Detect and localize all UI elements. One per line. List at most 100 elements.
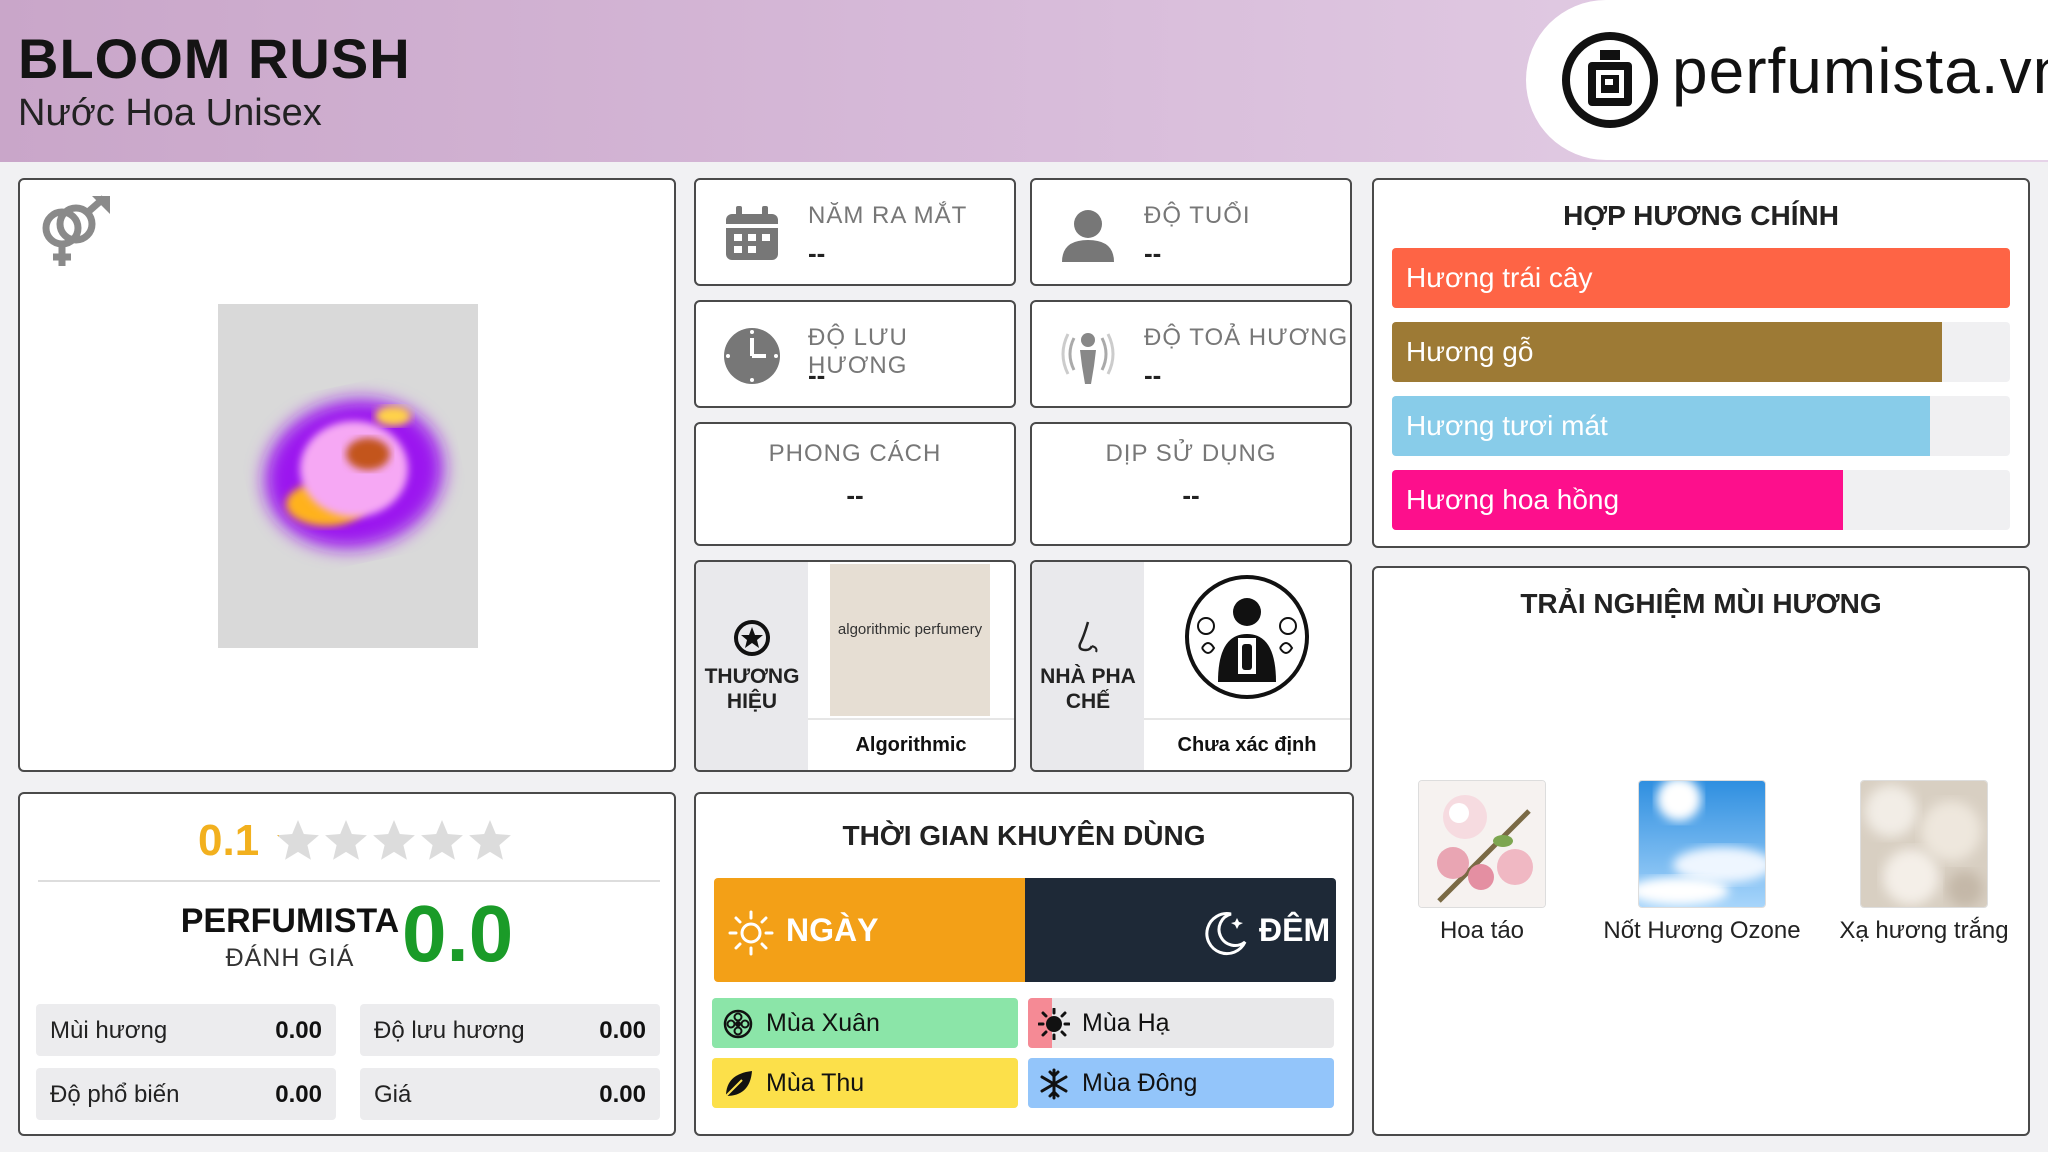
flower-icon [723, 1009, 753, 1039]
note-name-ozone: Nốt Hương Ozone [1603, 917, 1801, 944]
calendar-icon [726, 206, 778, 260]
accord-row-fresh: Hương tươi mát [1392, 396, 2010, 456]
recommended-time-card: THỜI GIAN KHUYÊN DÙNG NGÀY ĐÊM Mùa Xuân … [694, 792, 1354, 1136]
brand-logo-text: algorithmic perfumery [837, 621, 983, 638]
night-label: ĐÊM [1259, 912, 1331, 948]
metric-longevity-name: Độ lưu hương [374, 1017, 525, 1044]
brand-label-panel: THƯƠNG HIỆU [696, 562, 808, 770]
person-icon [1062, 210, 1114, 262]
age-label: ĐỘ TUỔI [1144, 202, 1251, 229]
night-segment: ĐÊM [1025, 878, 1336, 982]
apple-blossom-image [1418, 780, 1546, 908]
age-card: ĐỘ TUỔI -- [1030, 178, 1352, 286]
scent-experience-card: TRẢI NGHIỆM MÙI HƯƠNG Hoa táo Nốt Hương … [1372, 566, 2030, 1136]
accord-label-fruity: Hương trái cây [1406, 262, 1593, 293]
moon-stars-icon [1205, 912, 1247, 956]
season-autumn-label: Mùa Thu [766, 1069, 865, 1097]
brand-label: THƯƠNG HIỆU [704, 665, 800, 713]
clock-icon [724, 328, 780, 384]
perfume-subtitle: Nước Hoa Unisex [18, 92, 322, 134]
experience-title: TRẢI NGHIỆM MÙI HƯƠNG [1520, 588, 1882, 619]
metric-price-name: Giá [374, 1081, 412, 1108]
brand-name[interactable]: perfumista.vn [1672, 34, 2048, 108]
season-autumn-fill [712, 1058, 1018, 1108]
rating-divider [38, 880, 660, 882]
occasion-card: DỊP SỬ DỤNG -- [1030, 422, 1352, 546]
age-value: -- [1144, 238, 1162, 268]
metric-popularity-name: Độ phổ biến [50, 1081, 180, 1108]
perfume-bottle-logo-icon[interactable] [1560, 30, 1660, 130]
metric-popularity-value: 0.00 [275, 1081, 322, 1108]
metric-scent-name: Mùi hương [50, 1017, 168, 1044]
style-label: PHONG CÁCH [768, 440, 942, 467]
style-value: -- [846, 480, 864, 510]
leaf-icon [725, 1071, 752, 1097]
note-name-white-musk: Xạ hương trắng [1839, 917, 2009, 944]
accord-row-rose: Hương hoa hồng [1392, 470, 2010, 530]
perfumer-card[interactable]: NHÀ PHA CHẾ Chưa xác định [1030, 560, 1352, 772]
perfumista-score: 0.0 [402, 889, 514, 978]
star-badge-icon [734, 620, 770, 656]
perfumer-avatar-icon [1185, 575, 1309, 699]
sillage-value: -- [1144, 360, 1162, 390]
longevity-card: ĐỘ LƯU HƯƠNG -- [694, 300, 1016, 408]
note-item-white-musk[interactable]: Xạ hương trắng [1824, 780, 2024, 946]
note-item-ozone[interactable]: Nốt Hương Ozone [1602, 780, 1802, 946]
perfumer-image-box [1144, 562, 1350, 718]
metric-longevity-value: 0.00 [599, 1017, 646, 1044]
time-title: THỜI GIAN KHUYÊN DÙNG [842, 820, 1206, 851]
occasion-value: -- [1182, 480, 1200, 510]
ozone-sky-image [1638, 780, 1766, 908]
perfume-product-image [218, 304, 478, 648]
perfumer-label: NHÀ PHA CHẾ [1040, 665, 1136, 713]
perfumer-name-text[interactable]: Chưa xác định [1144, 718, 1350, 770]
rating-card: 0.1 PERFUMISTA ĐÁNH GIÁ 0.0 Mùi hương 0.… [18, 792, 676, 1136]
note-name-apple-blossom: Hoa táo [1439, 917, 1525, 944]
season-autumn: Mùa Thu [712, 1058, 1018, 1108]
day-label: NGÀY [786, 912, 879, 948]
page-header: BLOOM RUSH Nước Hoa Unisex perfumista.vn [0, 0, 2048, 162]
day-segment: NGÀY [714, 878, 1025, 982]
longevity-label: ĐỘ LƯU HƯƠNG [808, 324, 908, 379]
star-1-icon[interactable] [277, 820, 319, 860]
accord-label-fresh: Hương tươi mát [1406, 410, 1608, 441]
perfume-title: BLOOM RUSH [18, 27, 411, 90]
season-spring: Mùa Xuân [712, 998, 1018, 1048]
star-4-icon[interactable] [421, 820, 463, 860]
star-2-icon[interactable] [325, 820, 367, 860]
product-image-card [18, 178, 676, 772]
metric-price-value: 0.00 [599, 1081, 646, 1108]
season-summer-label: Mùa Hạ [1082, 1009, 1170, 1037]
season-summer: Mùa Hạ [1028, 998, 1334, 1048]
launch-year-value: -- [808, 238, 826, 268]
note-item-apple-blossom[interactable]: Hoa táo [1382, 780, 1582, 946]
metric-popularity: Độ phổ biến 0.00 [36, 1068, 336, 1120]
star-5-icon[interactable] [469, 820, 511, 860]
season-winter-label: Mùa Đông [1082, 1069, 1198, 1097]
sillage-card: ĐỘ TOẢ HƯƠNG -- [1030, 300, 1352, 408]
launch-year-card: NĂM RA MẮT -- [694, 178, 1016, 286]
perfumista-sublabel: ĐÁNH GIÁ [225, 944, 355, 972]
brand-logo-image: algorithmic perfumery [830, 564, 990, 716]
male-female-icon [42, 195, 110, 266]
snowflake-icon [1040, 1068, 1068, 1100]
metric-longevity: Độ lưu hương 0.00 [360, 1004, 660, 1056]
day-night-bar: NGÀY ĐÊM [714, 878, 1336, 982]
style-card: PHONG CÁCH -- [694, 422, 1016, 546]
sun-icon [728, 910, 774, 956]
white-musk-image [1860, 780, 1988, 908]
metric-price: Giá 0.00 [360, 1068, 660, 1120]
season-spring-label: Mùa Xuân [766, 1009, 880, 1037]
community-score: 0.1 [198, 816, 260, 865]
brand-name-text[interactable]: Algorithmic Perfumery [808, 718, 1014, 770]
star-3-icon[interactable] [373, 820, 415, 860]
season-winter: Mùa Đông [1028, 1058, 1334, 1108]
star-rating[interactable] [274, 816, 514, 864]
brand-card[interactable]: THƯƠNG HIỆU algorithmic perfumery Algori… [694, 560, 1016, 772]
metric-scent: Mùi hương 0.00 [36, 1004, 336, 1056]
accords-title: HỢP HƯƠNG CHÍNH [1563, 200, 1839, 231]
launch-year-label: NĂM RA MẮT [808, 202, 968, 229]
accord-label-rose: Hương hoa hồng [1406, 484, 1620, 515]
longevity-value: -- [808, 360, 826, 390]
sun-icon [1038, 1008, 1070, 1040]
